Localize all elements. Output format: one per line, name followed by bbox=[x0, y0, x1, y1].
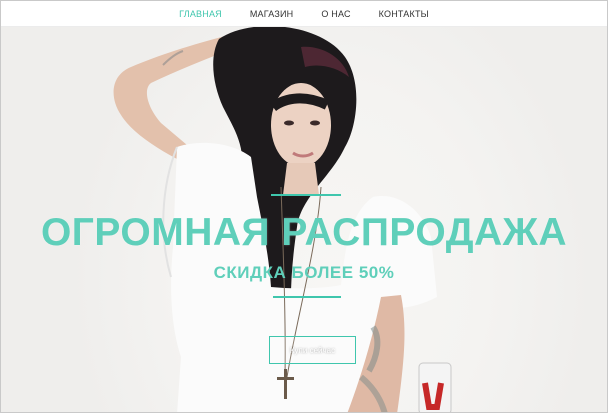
hero-subheadline: СКИДКА БОЛЕЕ 50% bbox=[213, 263, 395, 282]
bottom-accent-divider bbox=[273, 296, 341, 298]
nav-contacts-link[interactable]: КОНТАКТЫ bbox=[379, 9, 429, 19]
hero-headline: ОГРОМНАЯ РАСПРОДАЖА bbox=[40, 211, 568, 254]
nav-about-link[interactable]: О НАС bbox=[321, 9, 350, 19]
nav-shop-link[interactable]: МАГАЗИН bbox=[250, 9, 293, 19]
buy-now-button[interactable]: Купи сейчас bbox=[269, 336, 356, 364]
top-accent-divider bbox=[271, 194, 341, 196]
nav-home-link[interactable]: ГЛАВНАЯ bbox=[179, 9, 222, 19]
hero-banner: ОГРОМНАЯ РАСПРОДАЖА СКИДКА БОЛЕЕ 50% Куп… bbox=[1, 27, 607, 412]
browser-viewport: ГЛАВНАЯ МАГАЗИН О НАС КОНТАКТЫ ОГРОМНАЯ … bbox=[0, 0, 608, 413]
top-navbar: ГЛАВНАЯ МАГАЗИН О НАС КОНТАКТЫ bbox=[1, 1, 607, 27]
